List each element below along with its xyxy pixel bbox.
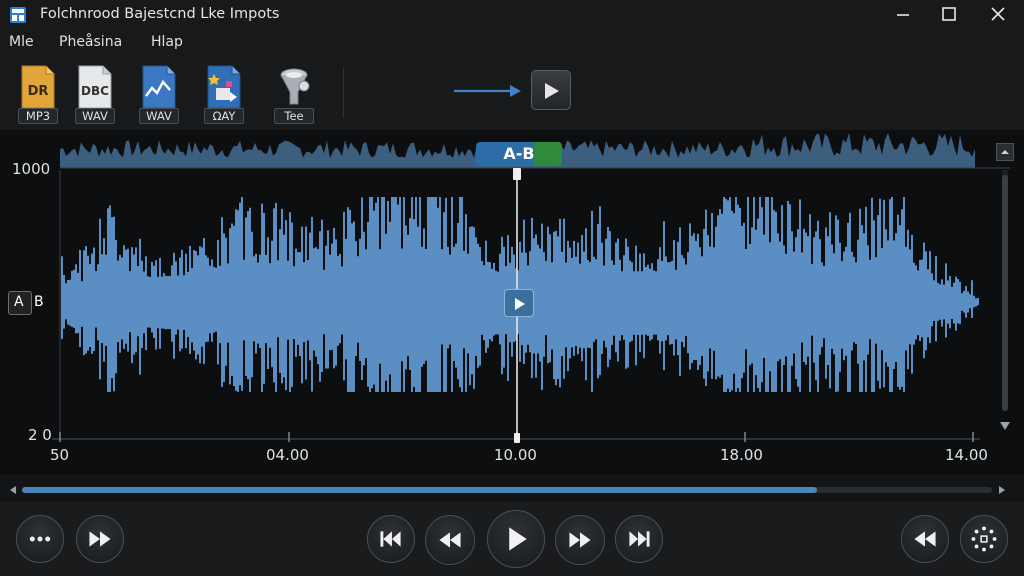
tool-effects-label: ΩAY — [204, 108, 244, 124]
play-icon — [509, 527, 527, 551]
settings-icon — [971, 526, 997, 552]
maximize-icon — [942, 7, 956, 21]
ab-marker-green-segment — [534, 142, 562, 166]
scroll-down-icon[interactable] — [998, 420, 1012, 432]
fast-forward-icon — [89, 531, 111, 547]
close-icon — [991, 7, 1005, 21]
menu-file[interactable]: Mle — [9, 34, 34, 50]
tool-wav-wave-label: WAV — [139, 108, 179, 124]
ab-toggle-b: B — [34, 294, 44, 310]
x-axis-label-3: 18.00 — [720, 446, 763, 464]
x-axis-label-2: 10.00 — [494, 446, 537, 464]
tool-wav-doc[interactable]: DBC WAV — [73, 64, 117, 124]
tool-wav-wave[interactable]: WAV — [137, 64, 181, 124]
menu-help[interactable]: Hlap — [151, 34, 183, 50]
window-title: Folchnrood Bajestcnd Lke Impots — [40, 6, 280, 22]
tool-filter[interactable]: Tee — [272, 64, 316, 124]
tool-effects[interactable]: ΩAY — [202, 64, 246, 124]
rewind-icon — [914, 531, 936, 547]
minimize-button[interactable] — [890, 4, 916, 26]
skip-to-end-icon — [629, 531, 650, 547]
tool-filter-label: Tee — [274, 108, 314, 124]
ab-toggle-a: A — [14, 294, 24, 310]
play-icon — [545, 83, 559, 99]
tool-mp3[interactable]: DR MP3 — [16, 64, 60, 124]
filter-funnel-icon — [280, 68, 310, 105]
more-options-button[interactable] — [16, 515, 64, 563]
effects-file-icon — [207, 65, 241, 109]
collapse-overview-button[interactable] — [996, 143, 1014, 161]
rewind-icon — [439, 532, 461, 548]
scroll-right-icon[interactable] — [997, 485, 1007, 495]
menu-processing[interactable]: Pheåsina — [59, 34, 122, 50]
ab-loop-toggle[interactable]: A B — [8, 291, 52, 315]
maximize-button[interactable] — [936, 4, 962, 26]
horizontal-scrollbar — [0, 478, 1024, 502]
x-axis-label-4: 14.00 — [945, 446, 988, 464]
waveform-play-button[interactable] — [504, 289, 534, 317]
svg-text:DR: DR — [28, 84, 49, 99]
fast-forward-button-left[interactable] — [76, 515, 124, 563]
skip-to-start-icon — [380, 531, 401, 547]
play-icon — [515, 298, 525, 310]
toolbar-play-button[interactable] — [531, 70, 571, 110]
playhead-top-handle[interactable] — [513, 168, 521, 180]
app-logo-icon — [10, 7, 26, 23]
ab-marker-label: A-B — [503, 144, 535, 163]
skip-to-start-button[interactable] — [367, 515, 415, 563]
fast-forward-icon — [569, 532, 591, 548]
x-axis-label-1: 04.00 — [266, 446, 309, 464]
scroll-left-icon[interactable] — [8, 485, 18, 495]
mp3-file-icon: DR — [21, 65, 55, 109]
play-button[interactable] — [487, 510, 545, 568]
playhead-bottom-handle[interactable] — [514, 433, 520, 443]
horizontal-scroll-thumb[interactable] — [22, 487, 817, 493]
doc-file-icon: DBC — [78, 65, 112, 109]
vertical-scroll-thumb[interactable] — [1002, 175, 1008, 411]
arrow-right-icon — [454, 85, 521, 97]
rewind-button-right[interactable] — [901, 515, 949, 563]
chevron-up-icon — [1001, 150, 1009, 154]
more-options-icon — [29, 536, 51, 542]
menu-bar: Mle Pheåsina Hlap — [0, 30, 1024, 56]
fast-forward-button[interactable] — [555, 515, 605, 565]
y-axis-label-top: 1000 — [12, 160, 51, 178]
title-bar: Folchnrood Bajestcnd Lke Impots — [0, 0, 1024, 30]
wav-wave-icon — [142, 65, 176, 109]
close-button[interactable] — [985, 4, 1011, 26]
transport-bar — [0, 502, 1024, 576]
ab-loop-marker[interactable]: A-B — [476, 142, 562, 166]
toolbar-separator — [343, 68, 344, 118]
tool-wav-doc-label: WAV — [75, 108, 115, 124]
settings-button[interactable] — [960, 515, 1008, 563]
skip-to-end-button[interactable] — [615, 515, 663, 563]
minimize-icon — [897, 14, 909, 16]
svg-text:DBC: DBC — [81, 84, 109, 98]
rewind-button[interactable] — [425, 515, 475, 565]
y-axis-label-bottom: 2 0 — [28, 426, 52, 444]
tool-mp3-label: MP3 — [18, 108, 58, 124]
x-axis-label-0: 50 — [50, 446, 70, 464]
